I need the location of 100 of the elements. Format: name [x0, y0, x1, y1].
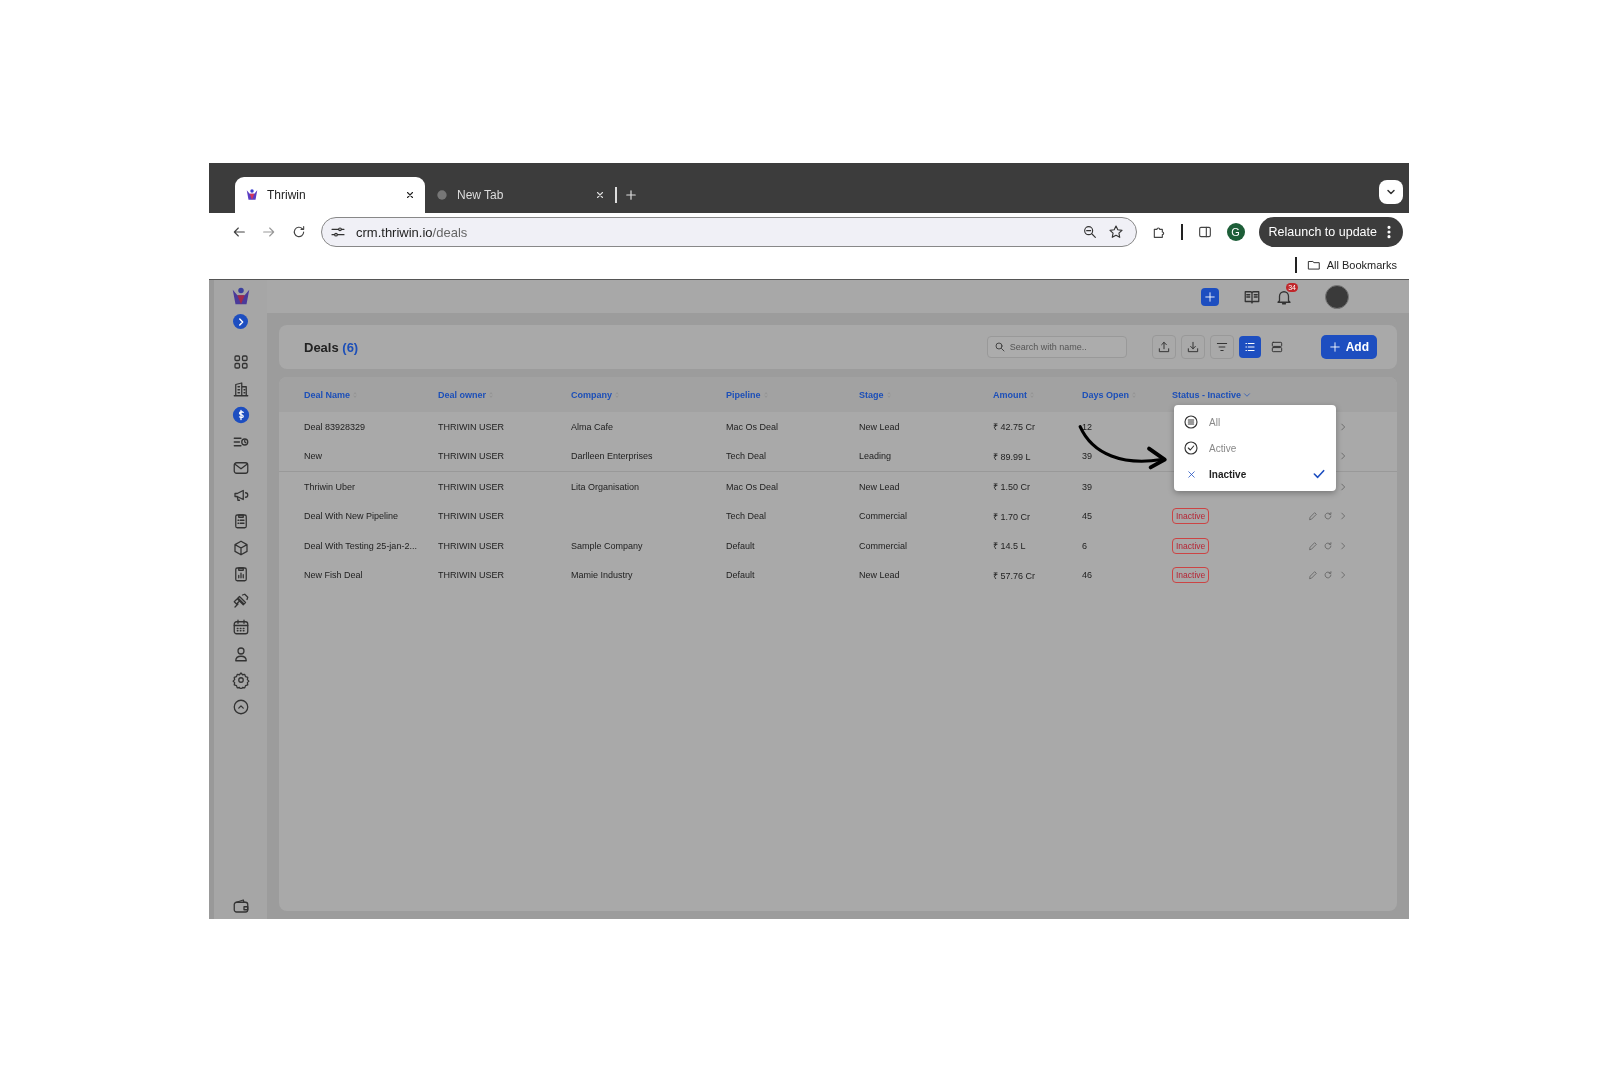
rows-icon [1269, 340, 1284, 354]
address-bar[interactable]: crm.thriwin.io/deals [321, 217, 1138, 247]
browser-tab[interactable]: New Tab [425, 177, 615, 213]
table-cell-text: ₹ 1.70 Cr [993, 510, 1031, 523]
settings-icon [231, 671, 250, 690]
table-cell-text: ₹ 1.50 Cr [993, 481, 1031, 494]
table-cell-text: ₹ 89.99 L [993, 450, 1032, 463]
bookmarks-folder[interactable]: All Bookmarks [1306, 258, 1397, 272]
dropdown-option[interactable]: All [1174, 409, 1336, 435]
bookmark-star-icon[interactable] [1108, 224, 1125, 240]
list-icon [1242, 340, 1257, 354]
back-icon[interactable] [231, 224, 247, 240]
column-header[interactable]: Company [571, 389, 621, 400]
table-cell-text: Tech Deal [726, 451, 768, 462]
upload-icon [1156, 340, 1171, 354]
search-icon [993, 341, 1006, 353]
grid-icon [231, 353, 250, 372]
tab-title: New Tab [457, 188, 505, 202]
add-button[interactable]: Add [1320, 335, 1377, 359]
table-cell-text: New Fish Deal [304, 570, 364, 581]
check-circle-icon [1183, 440, 1199, 456]
table-cell-text: Deal With Testing 25-jan-2... [304, 540, 418, 551]
table-cell-text: Default [726, 540, 756, 551]
table-cell-text: New Lead [859, 481, 901, 492]
filter-icon [1214, 340, 1229, 354]
column-header[interactable]: Stage [859, 389, 893, 400]
satellite-icon [231, 591, 250, 610]
column-header[interactable]: Pipeline [726, 389, 770, 400]
table-cell-text: Leading [859, 451, 893, 462]
folder-icon [1306, 258, 1321, 272]
table-cell-text: Mamie Industry [571, 570, 634, 581]
table-cell-text: Lita Organisation [571, 481, 641, 492]
reload-icon[interactable] [291, 224, 307, 240]
table-cell-text: Tech Deal [726, 511, 768, 522]
status-tag: Inactive [1172, 537, 1210, 554]
side-panel-icon[interactable] [1196, 224, 1213, 240]
column-header[interactable]: Days Open [1082, 389, 1139, 400]
app-logo-icon [245, 188, 259, 202]
dropdown-option[interactable]: Inactive [1174, 461, 1336, 487]
table-cell-text: THRIWIN USER [438, 570, 505, 581]
table-cell-text: ₹ 57.76 Cr [993, 569, 1037, 582]
status-tag: Inactive [1172, 508, 1210, 525]
user-avatar[interactable] [1325, 284, 1349, 309]
relaunch-button[interactable]: Relaunch to update [1258, 217, 1403, 247]
table-cell-text: 39 [1082, 451, 1093, 462]
search-field[interactable]: Search with name.. [986, 336, 1127, 358]
table-cell-text: Deal With New Pipeline [304, 511, 400, 522]
chevron-up-icon [231, 697, 250, 716]
dollar-icon [231, 406, 250, 425]
column-header[interactable]: Amount [993, 389, 1036, 400]
wallet-icon [231, 896, 250, 915]
status-tag: Inactive [1172, 567, 1210, 584]
table-cell-text: Default [726, 570, 756, 581]
table-cell-text: 46 [1082, 570, 1093, 581]
table-cell-text: ₹ 42.75 Cr [993, 421, 1037, 434]
column-header[interactable]: Deal owner [438, 389, 495, 400]
url-text: crm.thriwin.io/deals [356, 224, 468, 240]
dropdown-option[interactable]: Active [1174, 435, 1336, 461]
table-cell-text: Commercial [859, 540, 908, 551]
tab-title: Thriwin [267, 188, 307, 202]
table-cell-text: 6 [1082, 540, 1088, 551]
column-header[interactable]: Deal Name [304, 389, 360, 400]
close-icon [1185, 468, 1197, 480]
table-cell-text: THRIWIN USER [438, 421, 505, 432]
table-cell-text: Thriwin Uber [304, 481, 356, 492]
table-cell-text: Mac Os Deal [726, 421, 779, 432]
calendar-icon [231, 618, 250, 637]
table-cell-text: THRIWIN USER [438, 511, 505, 522]
close-icon[interactable] [405, 190, 415, 200]
box-icon [231, 538, 250, 557]
table-cell-text: 12 [1082, 421, 1093, 432]
table-cell-text: Deal 83928329 [304, 421, 367, 432]
table-cell-text: New Lead [859, 421, 901, 432]
table-cell-text: Mac Os Deal [726, 481, 779, 492]
table-cell-text: New Lead [859, 570, 901, 581]
table-cell-text: ₹ 14.5 L [993, 540, 1027, 553]
browser-tab[interactable]: Thriwin [235, 177, 425, 213]
quick-add-button[interactable] [1201, 287, 1219, 306]
globe-icon [435, 188, 449, 202]
table-cell-text: 45 [1082, 511, 1093, 522]
upload-button[interactable] [1151, 335, 1176, 359]
download-button[interactable] [1180, 335, 1205, 359]
table-cell-text: Sample Company [571, 540, 644, 551]
expand-button[interactable] [233, 314, 248, 329]
list-icon [1183, 414, 1199, 430]
table-cell-text: THRIWIN USER [438, 540, 505, 551]
zoom-icon[interactable] [1082, 224, 1099, 240]
table-cell-text: Darlleen Enterprises [571, 451, 654, 462]
table-cell-text: 39 [1082, 481, 1093, 492]
page-title: Deals (6) [304, 339, 359, 355]
view-toggle[interactable] [1238, 336, 1261, 358]
profile-avatar[interactable]: G [1226, 223, 1245, 241]
forward-icon[interactable] [261, 224, 277, 240]
table-cell-text: THRIWIN USER [438, 481, 505, 492]
tab-search-button[interactable] [1379, 180, 1403, 204]
building-icon [231, 379, 250, 398]
table-cell-text: THRIWIN USER [438, 451, 505, 462]
download-icon [1185, 340, 1200, 354]
table-cell-text: Commercial [859, 511, 908, 522]
column-header[interactable]: Status - Inactive [1172, 389, 1253, 400]
